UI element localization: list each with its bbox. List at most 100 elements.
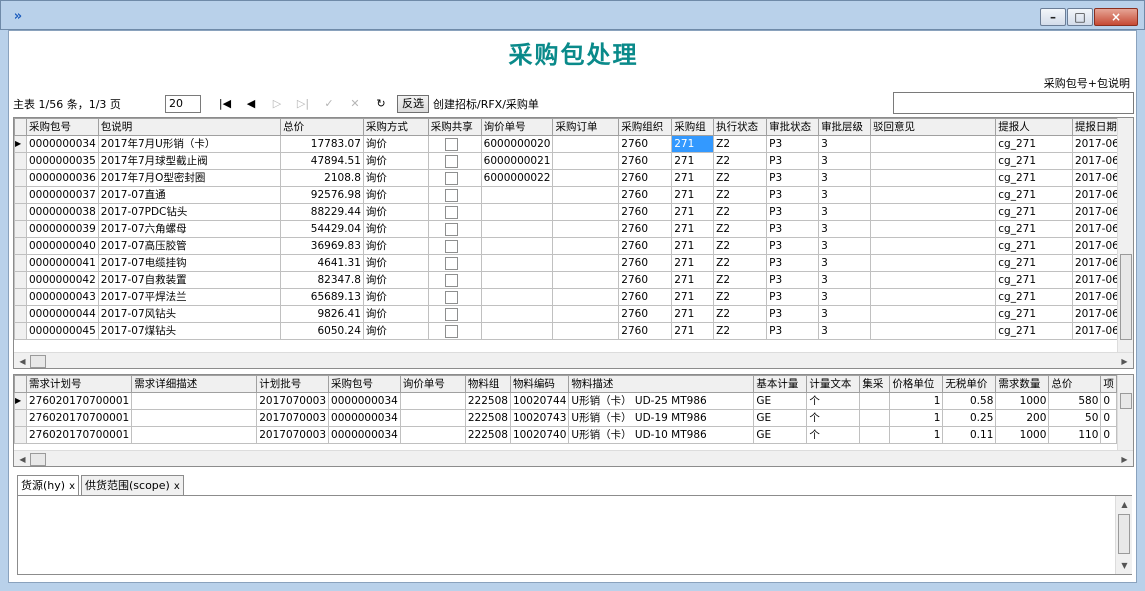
table-cell[interactable]: 276020170700001	[25, 409, 133, 427]
table-cell[interactable]: 个	[806, 426, 861, 444]
share-checkbox[interactable]	[444, 324, 458, 338]
table-row[interactable]: ▶ 0000000034 2017年7月U形销（卡） 17783.07 询价 600000…	[14, 135, 1133, 153]
tab-close-icon[interactable]: x	[69, 481, 75, 492]
column-header[interactable]: 采购组织	[618, 118, 673, 136]
table-row[interactable]: ▶ 276020170700001 2017070003 0000000034 2225…	[14, 392, 1117, 410]
hscroll-thumb[interactable]	[30, 453, 46, 466]
table-cell[interactable]	[480, 271, 554, 289]
table-cell[interactable]: 询价	[362, 169, 429, 187]
table-cell[interactable]	[480, 322, 554, 340]
row-header[interactable]	[14, 203, 27, 221]
table-cell[interactable]	[399, 409, 466, 427]
table-cell[interactable]: 2760	[618, 288, 673, 306]
scroll-right-icon[interactable]: ▶	[1116, 451, 1133, 466]
vscroll-thumb[interactable]	[1120, 254, 1132, 340]
table-cell[interactable]	[131, 409, 258, 427]
table-cell[interactable]: 580	[1048, 392, 1102, 410]
table-cell[interactable]	[552, 237, 620, 255]
table-cell[interactable]: 1000	[995, 392, 1050, 410]
table-cell[interactable]: 2017年7月O型密封圈	[97, 169, 282, 187]
table-cell[interactable]: 2017-07高压胶管	[97, 237, 282, 255]
table-cell[interactable]	[480, 186, 554, 204]
table-cell[interactable]: 2017-07风钻头	[97, 305, 282, 323]
table-cell[interactable]	[427, 186, 482, 204]
table-cell[interactable]: 0000000034	[328, 426, 401, 444]
table-cell[interactable]: 1000	[995, 426, 1050, 444]
table-row[interactable]: 0000000043 2017-07平焊法兰 65689.13 询价 2760 271 Z2…	[14, 288, 1133, 306]
table-cell[interactable]	[552, 203, 620, 221]
row-header[interactable]: ▶	[14, 392, 27, 410]
column-header[interactable]: 项	[1100, 375, 1117, 393]
detail-grid-vscroll[interactable]	[1117, 375, 1133, 450]
table-cell[interactable]	[480, 203, 554, 221]
column-header[interactable]: 价格单位	[889, 375, 944, 393]
table-cell[interactable]: GE	[753, 409, 808, 427]
table-cell[interactable]: P3	[766, 288, 820, 306]
row-header[interactable]	[14, 322, 27, 340]
table-cell[interactable]: 6000000022	[480, 169, 554, 187]
table-cell[interactable]: 0000000038	[25, 203, 99, 221]
column-header[interactable]: 物料组	[464, 375, 511, 393]
table-cell[interactable]: 0000000040	[25, 237, 99, 255]
table-cell[interactable]: 54429.04	[280, 220, 364, 238]
table-cell[interactable]: 0000000034	[328, 392, 401, 410]
column-header[interactable]: 包说明	[97, 118, 282, 136]
table-cell[interactable]: 3	[818, 254, 872, 272]
table-cell[interactable]: 询价	[362, 203, 429, 221]
table-cell[interactable]: cg_271	[995, 254, 1073, 272]
table-cell[interactable]	[552, 254, 620, 272]
table-cell[interactable]: cg_271	[995, 271, 1073, 289]
table-cell[interactable]	[427, 203, 482, 221]
column-header[interactable]: 询价单号	[480, 118, 554, 136]
table-cell[interactable]: P3	[766, 169, 820, 187]
table-cell[interactable]: P3	[766, 322, 820, 340]
table-cell[interactable]: 询价	[362, 254, 429, 272]
table-cell[interactable]: 271	[671, 254, 715, 272]
table-cell[interactable]: P3	[766, 203, 820, 221]
table-cell[interactable]: P3	[766, 254, 820, 272]
table-row[interactable]: 276020170700001 2017070003 0000000034 22250…	[14, 426, 1117, 444]
table-row[interactable]: 0000000035 2017年7月球型截止阀 47894.51 询价 60000000…	[14, 152, 1133, 170]
table-cell[interactable]: 271	[671, 135, 715, 153]
column-header[interactable]: 提报人	[995, 118, 1073, 136]
vscroll-thumb[interactable]	[1120, 393, 1132, 409]
page-size-input[interactable]: 20	[165, 95, 201, 113]
table-row[interactable]: 0000000036 2017年7月O型密封圈 2108.8 询价 6000000022…	[14, 169, 1133, 187]
table-cell[interactable]: 0000000042	[25, 271, 99, 289]
column-header[interactable]: 需求数量	[995, 375, 1050, 393]
table-cell[interactable]: GE	[753, 426, 808, 444]
column-header[interactable]: 总价	[1048, 375, 1102, 393]
table-cell[interactable]: 82347.8	[280, 271, 364, 289]
column-header[interactable]: 物料描述	[568, 375, 755, 393]
table-cell[interactable]	[859, 426, 891, 444]
table-cell[interactable]	[859, 409, 891, 427]
table-cell[interactable]: 17783.07	[280, 135, 364, 153]
share-checkbox[interactable]	[444, 171, 458, 185]
table-cell[interactable]	[870, 186, 997, 204]
table-cell[interactable]: 2760	[618, 203, 673, 221]
table-row[interactable]: 276020170700001 2017070003 0000000034 22250…	[14, 409, 1117, 427]
table-cell[interactable]: 0000000034	[328, 409, 401, 427]
share-checkbox[interactable]	[444, 188, 458, 202]
table-cell[interactable]: cg_271	[995, 135, 1073, 153]
table-cell[interactable]: cg_271	[995, 169, 1073, 187]
table-cell[interactable]	[859, 392, 891, 410]
column-header[interactable]: 审批层级	[818, 118, 872, 136]
scroll-up-icon[interactable]: ▲	[1116, 496, 1133, 513]
table-cell[interactable]: Z2	[713, 271, 768, 289]
table-cell[interactable]	[552, 135, 620, 153]
table-cell[interactable]	[870, 152, 997, 170]
column-header[interactable]: 需求计划号	[25, 375, 133, 393]
tab-panel-vscroll[interactable]: ▲ ▼	[1115, 496, 1132, 574]
table-cell[interactable]: P3	[766, 152, 820, 170]
row-header[interactable]	[14, 169, 27, 187]
table-cell[interactable]	[552, 305, 620, 323]
table-cell[interactable]: 2760	[618, 322, 673, 340]
table-cell[interactable]: 2017-07六角螺母	[97, 220, 282, 238]
table-cell[interactable]	[870, 169, 997, 187]
next-page-icon[interactable]: ▷	[267, 95, 287, 113]
table-cell[interactable]: 2017-07直通	[97, 186, 282, 204]
table-cell[interactable]: 200	[995, 409, 1050, 427]
column-header[interactable]: 询价单号	[399, 375, 466, 393]
table-cell[interactable]	[870, 305, 997, 323]
